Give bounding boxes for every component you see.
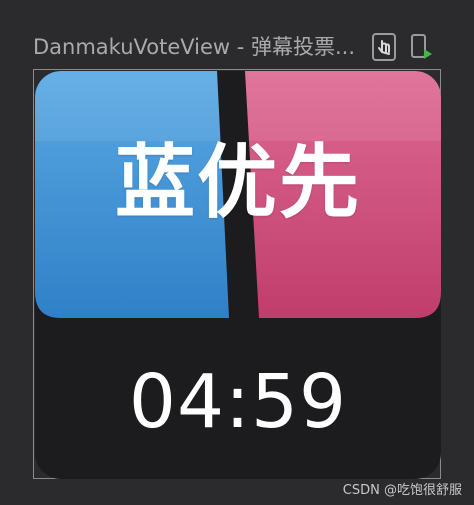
vote-leading-label: 蓝优先 — [115, 136, 361, 229]
touch-select-icon[interactable] — [372, 33, 396, 61]
danmaku-vote-card: 蓝优先 04:59 — [35, 71, 441, 479]
preview-title: DanmakuVoteView - 弹幕投票... — [33, 35, 356, 59]
watermark: CSDN @吃饱很舒服 — [342, 483, 462, 498]
preview-frame: 蓝优先 04:59 — [33, 69, 441, 479]
device-run-icon[interactable] — [410, 33, 434, 61]
countdown-timer: 04:59 — [128, 359, 348, 445]
preview-panel-header: DanmakuVoteView - 弹幕投票... — [0, 0, 474, 66]
